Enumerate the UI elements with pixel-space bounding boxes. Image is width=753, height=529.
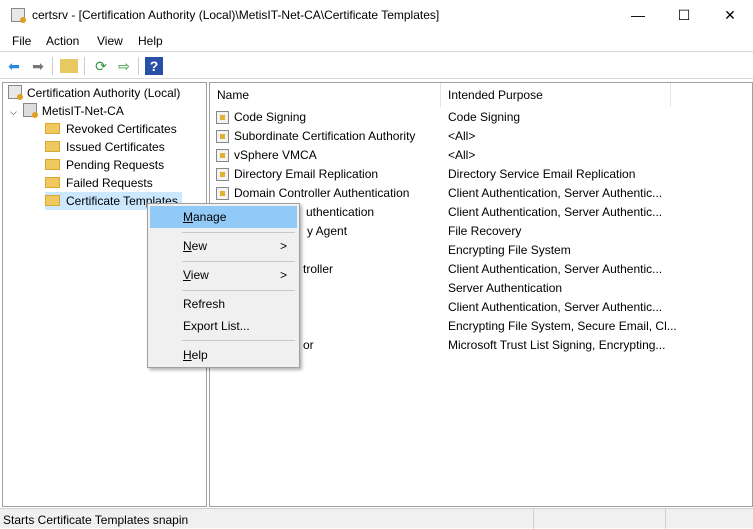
back-icon[interactable]: ⬅ [5, 57, 23, 75]
status-bar: Starts Certificate Templates snapin [0, 508, 753, 529]
template-purpose: Client Authentication, Server Authentic.… [448, 262, 663, 276]
refresh-label: Refresh [183, 297, 226, 311]
tree-item-label: Revoked Certificates [66, 122, 177, 136]
menu-item-view[interactable]: View > [150, 264, 297, 286]
template-name: or [303, 338, 314, 352]
table-row[interactable]: Code Signing Code Signing [210, 108, 752, 127]
certificate-template-icon [216, 111, 229, 124]
menu-separator [182, 290, 295, 291]
template-purpose: Client Authentication, Server Authentic.… [448, 300, 663, 314]
maximize-button[interactable]: ☐ [661, 0, 707, 30]
template-name: Code Signing [234, 110, 307, 124]
submenu-arrow-icon: > [279, 239, 287, 253]
view-label: View [183, 268, 209, 282]
template-purpose: Client Authentication, Server Authentic.… [448, 186, 663, 200]
menu-item-manage[interactable]: Manage [150, 206, 297, 228]
tree-item-revoked[interactable]: Revoked Certificates [45, 120, 177, 138]
menu-item-refresh[interactable]: Refresh [150, 293, 297, 315]
template-purpose: <All> [448, 148, 476, 162]
menu-item-new[interactable]: New > [150, 235, 297, 257]
folder-icon [45, 195, 60, 206]
refresh-icon[interactable]: ⟳ [92, 57, 110, 75]
menu-bar: File Action View Help [0, 30, 753, 52]
template-purpose: Code Signing [448, 110, 521, 124]
table-row[interactable]: vSphere VMCA <All> [210, 146, 752, 165]
tree-item-pending[interactable]: Pending Requests [45, 156, 164, 174]
status-divider [665, 509, 666, 529]
template-purpose: Directory Service Email Replication [448, 167, 636, 181]
folder-icon [45, 141, 60, 152]
submenu-arrow-icon: > [279, 268, 287, 282]
template-name: Directory Email Replication [234, 167, 379, 181]
tree-root[interactable]: Certification Authority (Local) [8, 84, 180, 102]
toolbar-separator [52, 57, 53, 75]
certificate-template-icon [216, 187, 229, 200]
certificate-template-icon [216, 130, 229, 143]
new-label: New [183, 239, 208, 253]
export-icon[interactable]: ⇨ [115, 57, 133, 75]
menu-item-help[interactable]: Help [150, 344, 297, 366]
template-purpose: Client Authentication, Server Authentic.… [448, 205, 663, 219]
tree-root-label: Certification Authority (Local) [27, 86, 181, 100]
template-name: uthentication [306, 205, 375, 219]
help-icon[interactable]: ? [145, 57, 163, 75]
column-header-name[interactable]: Name [210, 83, 441, 107]
window-title: certsrv - [Certification Authority (Loca… [32, 8, 440, 22]
menu-action[interactable]: Action [46, 34, 79, 48]
folder-icon [45, 177, 60, 188]
template-purpose: Server Authentication [448, 281, 563, 295]
server-icon [22, 103, 38, 118]
title-bar: certsrv - [Certification Authority (Loca… [0, 0, 753, 30]
table-row[interactable]: Domain Controller Authentication Client A… [210, 184, 752, 203]
menu-separator [182, 340, 295, 341]
up-folder-icon[interactable] [60, 59, 78, 73]
template-name: vSphere VMCA [234, 148, 317, 162]
tree-item-label: Issued Certificates [66, 140, 165, 154]
menu-help[interactable]: Help [138, 34, 163, 48]
table-row[interactable]: Directory Email Replication Directory Ser… [210, 165, 752, 184]
folder-icon [45, 123, 60, 134]
folder-icon [45, 159, 60, 170]
template-purpose: Encrypting File System, Secure Email, Cl… [448, 319, 677, 333]
forward-icon[interactable]: ➡ [29, 57, 47, 75]
template-name: troller [303, 262, 334, 276]
tree-item-failed[interactable]: Failed Requests [45, 174, 153, 192]
table-row[interactable]: Subordinate Certification Authority <All> [210, 127, 752, 146]
chevron-down-icon[interactable]: ⌵ [10, 107, 17, 117]
template-purpose: Encrypting File System [448, 243, 571, 257]
template-purpose: Microsoft Trust List Signing, Encrypting… [448, 338, 666, 352]
tree-ca-label: MetisIT-Net-CA [41, 104, 124, 118]
help-label: Help [183, 348, 208, 362]
menu-separator [182, 232, 295, 233]
certificate-template-icon [216, 168, 229, 181]
toolbar-separator [84, 57, 85, 75]
tree-item-label: Pending Requests [66, 158, 165, 172]
minimize-button[interactable]: — [615, 0, 661, 30]
certificate-template-icon [216, 149, 229, 162]
menu-item-export-list[interactable]: Export List... [150, 315, 297, 337]
tree-ca-node[interactable]: ⌵ MetisIT-Net-CA [10, 102, 124, 120]
menu-separator [182, 261, 295, 262]
template-name: Domain Controller Authentication [234, 186, 410, 200]
menu-file[interactable]: File [12, 34, 31, 48]
manage-label: Manage [183, 210, 227, 224]
status-divider [533, 509, 534, 529]
certsrv-app-icon [11, 8, 26, 23]
toolbar-separator [138, 57, 139, 75]
tree-item-issued[interactable]: Issued Certificates [45, 138, 165, 156]
column-header-purpose[interactable]: Intended Purpose [441, 83, 671, 107]
status-text: Starts Certificate Templates snapin [3, 513, 189, 527]
menu-view[interactable]: View [97, 34, 123, 48]
template-purpose: <All> [448, 129, 476, 143]
export-list-label: Export List... [183, 319, 250, 333]
template-purpose: File Recovery [448, 224, 522, 238]
tree-item-label: Failed Requests [66, 176, 153, 190]
context-menu: Manage New > View > Refresh Export List...… [147, 203, 300, 368]
certificate-authority-icon [8, 85, 23, 100]
close-button[interactable]: ✕ [707, 0, 753, 30]
template-name: y Agent [307, 224, 348, 238]
template-name: Subordinate Certification Authority [234, 129, 416, 143]
toolbar: ⬅ ➡ ⟳ ⇨ ? [0, 53, 753, 79]
